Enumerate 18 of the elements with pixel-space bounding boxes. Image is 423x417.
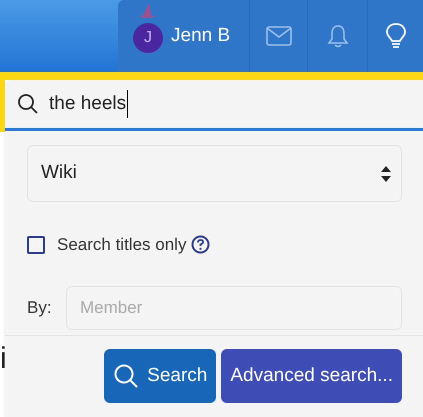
user-name: Jenn B <box>171 24 230 48</box>
advanced-search-button[interactable]: Advanced search... <box>221 349 402 403</box>
search-icon <box>17 93 39 115</box>
scope-select[interactable]: Wiki <box>27 145 402 202</box>
search-icon <box>113 363 140 389</box>
sort-arrows-icon <box>381 166 391 182</box>
checkbox[interactable] <box>27 236 45 254</box>
help-icon[interactable] <box>191 235 210 254</box>
checkbox-label: Search titles only <box>57 234 186 256</box>
envelope-icon <box>266 26 292 46</box>
lightbulb-icon <box>386 23 406 49</box>
page-text: i <box>0 344 7 374</box>
member-field[interactable]: Member <box>66 286 402 330</box>
bell-icon <box>326 24 348 48</box>
search-field[interactable]: the heels <box>5 80 423 128</box>
search-button[interactable]: Search <box>104 349 216 403</box>
by-label: By: <box>27 296 53 319</box>
avatar: J <box>133 23 163 53</box>
